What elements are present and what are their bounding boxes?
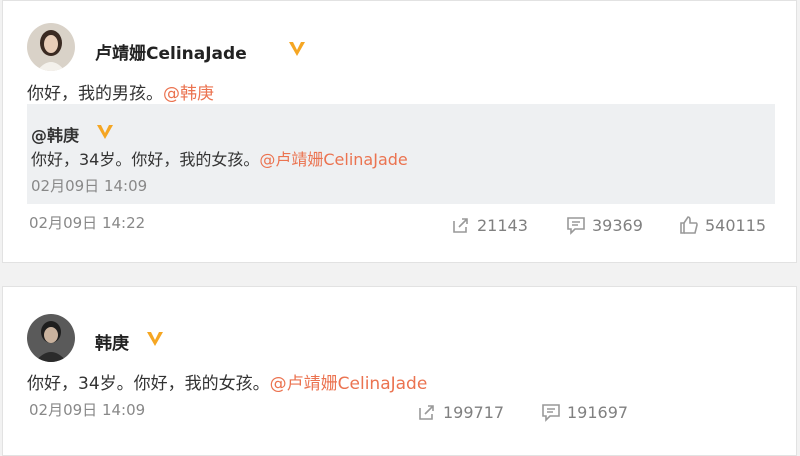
comment-icon (567, 217, 585, 235)
thumbs-up-icon (680, 216, 698, 234)
repost-count: 21143 (477, 215, 528, 235)
comment-count: 191697 (567, 402, 629, 422)
post-timestamp[interactable]: 02月09日 14:22 (29, 212, 145, 233)
share-icon (419, 405, 434, 420)
share-icon (453, 218, 468, 233)
author-name[interactable]: 卢靖姗CelinaJade (95, 39, 247, 64)
post-text: 你好，34岁。你好，我的女孩。@卢靖姗CelinaJade (27, 369, 427, 394)
like-count: 540115 (705, 215, 767, 235)
comment-icon (542, 404, 560, 422)
verified-v-icon (289, 42, 305, 56)
repost-text: 你好，34岁。你好，我的女孩。@卢靖姗CelinaJade (31, 146, 408, 170)
like-button[interactable]: 540115 (679, 215, 766, 235)
post-timestamp[interactable]: 02月09日 14:09 (29, 399, 145, 420)
mention-link[interactable]: @韩庚 (163, 84, 214, 104)
reposted-weibo[interactable]: @韩庚 你好，34岁。你好，我的女孩。@卢靖姗CelinaJade 02月09日… (27, 104, 775, 204)
repost-timestamp[interactable]: 02月09日 14:09 (31, 175, 147, 196)
repost-button[interactable]: 199717 (417, 402, 504, 422)
author-avatar[interactable] (27, 314, 75, 362)
repost-count: 199717 (443, 402, 505, 422)
weibo-post-hangeng: 韩庚 你好，34岁。你好，我的女孩。@卢靖姗CelinaJade 02月09日 … (2, 286, 797, 456)
verified-v-icon (97, 125, 113, 139)
author-name[interactable]: 韩庚 (95, 329, 129, 354)
post-body: 你好，我的男孩。 (27, 84, 163, 104)
comment-count: 39369 (592, 215, 643, 235)
repost-body: 你好，34岁。你好，我的女孩。 (31, 150, 260, 169)
author-avatar[interactable] (27, 23, 75, 71)
mention-link[interactable]: @卢靖姗CelinaJade (259, 150, 407, 169)
verified-v-icon (147, 332, 163, 346)
post-body: 你好，34岁。你好，我的女孩。 (27, 374, 270, 394)
repost-button[interactable]: 21143 (451, 215, 528, 235)
repost-author[interactable]: @韩庚 (31, 122, 79, 146)
comment-button[interactable]: 39369 (566, 215, 643, 235)
weibo-post-celina: 卢靖姗CelinaJade 你好，我的男孩。@韩庚 @韩庚 你好，34岁。你好，… (2, 0, 797, 263)
mention-link[interactable]: @卢靖姗CelinaJade (270, 374, 428, 394)
post-text: 你好，我的男孩。@韩庚 (27, 79, 214, 104)
comment-button[interactable]: 191697 (541, 402, 628, 422)
